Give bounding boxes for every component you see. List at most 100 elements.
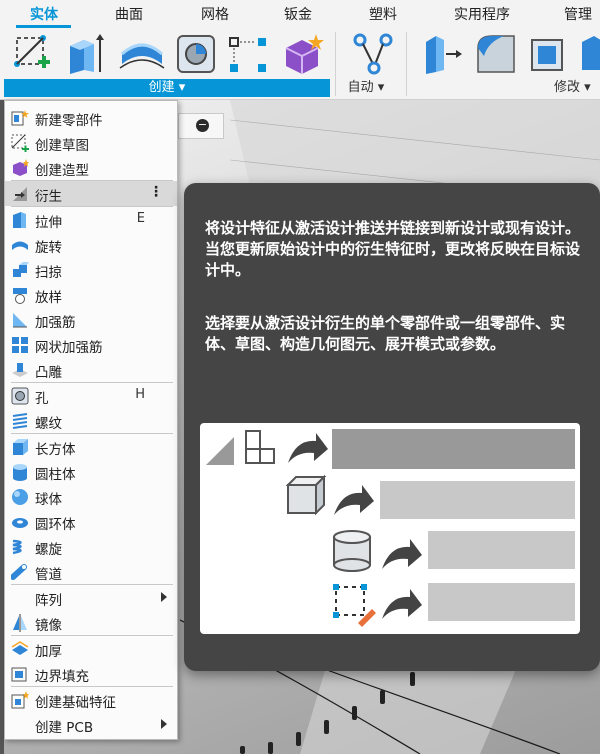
automate-icon: [353, 33, 393, 75]
ribbon-toolbar: 创建 ▾ 自动 ▾ 修改 ▾: [0, 28, 600, 100]
tab-surface[interactable]: 曲面: [115, 4, 143, 24]
modify-dropdown-button[interactable]: 修改 ▾: [540, 79, 600, 97]
menu-item-web[interactable]: 网状加强筋: [5, 332, 177, 357]
sweep-icon: [13, 262, 29, 277]
revolve-icon: [119, 43, 165, 69]
menu-item-create-pcb[interactable]: 创建 PCB: [5, 712, 177, 737]
shell-tool[interactable]: [528, 32, 568, 76]
menu-item-label: 旋转: [35, 240, 62, 256]
menu-item-torus[interactable]: 圆环体: [5, 509, 177, 534]
create-sketch-icon: [14, 35, 50, 68]
pipe-icon: [11, 564, 27, 580]
menu-item-label: 加厚: [35, 644, 62, 660]
sketch-cylinder-icon: [333, 530, 371, 572]
collapse-icon[interactable]: −: [196, 119, 209, 132]
arrow-right-icon: [288, 433, 328, 463]
menu-item-thread[interactable]: 螺纹: [5, 408, 177, 433]
menu-item-base-feature[interactable]: 创建基础特征: [5, 687, 177, 712]
menu-item-coil[interactable]: 螺旋: [5, 534, 177, 559]
menu-item-label: 螺纹: [35, 416, 62, 432]
create-sketch-tool[interactable]: [12, 32, 52, 76]
menu-item-revolve[interactable]: 旋转: [5, 232, 177, 257]
tab-solid[interactable]: 实体: [30, 4, 58, 24]
menu-item-label: 网状加强筋: [35, 340, 103, 356]
press-pull-tool[interactable]: [420, 32, 462, 76]
menu-item-emboss[interactable]: 凸雕: [5, 357, 177, 382]
create-sketch-icon: [11, 134, 29, 152]
menu-item-label: 凸雕: [35, 365, 62, 381]
menu-item-sphere[interactable]: 球体: [5, 484, 177, 509]
loft-icon: [13, 288, 27, 304]
new-component-icon: [11, 110, 29, 126]
menu-item-hole[interactable]: 孔 H: [5, 383, 177, 408]
coil-icon: [12, 539, 22, 555]
create-form-tool[interactable]: [280, 32, 324, 76]
revolve-icon: [12, 241, 28, 250]
tab-sheet-metal[interactable]: 钣金: [284, 4, 312, 24]
derive-icon: [13, 187, 27, 201]
extrude-tool[interactable]: [64, 32, 104, 76]
tab-utilities[interactable]: 实用程序: [454, 4, 510, 24]
menu-item-pipe[interactable]: 管道: [5, 559, 177, 584]
menu-item-pattern[interactable]: 阵列: [5, 585, 177, 610]
menu-item-label: 阵列: [35, 593, 62, 609]
tab-manage[interactable]: 管理: [564, 4, 592, 24]
automate-dropdown-button[interactable]: 自动 ▾: [338, 79, 394, 97]
thread-icon: [12, 413, 28, 429]
create-form-icon: [285, 34, 324, 74]
menu-item-thicken[interactable]: 加厚: [5, 636, 177, 661]
menu-item-rib[interactable]: 加强筋: [5, 307, 177, 332]
menu-item-label: 圆柱体: [35, 467, 76, 483]
menu-item-boundary-fill[interactable]: 边界填充: [5, 661, 177, 686]
arrow-right-icon: [334, 485, 374, 515]
menu-item-create-sketch[interactable]: 创建草图: [5, 130, 177, 155]
menu-item-mirror[interactable]: 镜像: [5, 610, 177, 635]
pattern-tool[interactable]: [226, 32, 266, 76]
web-icon: [12, 337, 28, 353]
thicken-icon: [11, 641, 29, 655]
menu-item-create-form[interactable]: 创建造型: [5, 155, 177, 180]
body-icon: [285, 474, 327, 516]
box-icon: [13, 439, 28, 455]
hole-tool[interactable]: [176, 32, 216, 76]
hole-icon: [11, 387, 29, 405]
torus-icon: [12, 518, 28, 528]
menu-item-cylinder[interactable]: 圆柱体: [5, 459, 177, 484]
submenu-arrow-icon: [161, 592, 167, 602]
derive-tooltip: 将设计特征从激活设计推送并链接到新设计或现有设计。当您更新原始设计中的衍生特征时…: [184, 183, 600, 671]
derive-icon: [206, 437, 234, 465]
menu-item-derive[interactable]: 衍生 ⋮: [5, 181, 177, 206]
ribbon-tabbar: 实体 曲面 网格 钣金 塑料 实用程序 管理: [0, 0, 600, 28]
menu-item-label: 圆环体: [35, 517, 76, 533]
shortcut-key: H: [135, 387, 145, 402]
shell-icon: [531, 39, 563, 71]
automate-tool[interactable]: [352, 32, 393, 76]
modify-more-tool[interactable]: [578, 32, 600, 76]
create-dropdown-button[interactable]: 创建 ▾: [4, 79, 330, 97]
fillet-tool[interactable]: [474, 32, 515, 76]
placeholder-bar: [332, 429, 575, 469]
menu-item-extrude[interactable]: 拉伸 E: [5, 207, 177, 232]
placeholder-bar: [428, 531, 575, 569]
boundary-fill-icon: [11, 667, 27, 682]
menu-item-box[interactable]: 长方体: [5, 434, 177, 459]
rib-icon: [13, 313, 27, 328]
revolve-tool[interactable]: [118, 32, 165, 76]
menu-item-label: 加强筋: [35, 315, 76, 331]
more-options-icon[interactable]: ⋮: [149, 184, 163, 200]
menu-item-label: 螺旋: [35, 542, 62, 558]
placeholder-bar: [380, 481, 575, 519]
arrow-right-icon: [382, 539, 422, 569]
menu-item-label: 扫掠: [35, 265, 62, 281]
menu-item-label: 创建 PCB: [35, 720, 94, 736]
menu-item-loft[interactable]: 放样: [5, 282, 177, 307]
menu-item-label: 新建零部件: [35, 113, 103, 129]
menu-item-sweep[interactable]: 扫掠: [5, 257, 177, 282]
tab-plastic[interactable]: 塑料: [369, 4, 397, 24]
menu-item-label: 创建造型: [35, 163, 89, 179]
extrude-icon: [70, 34, 104, 74]
menu-item-new-component[interactable]: 新建零部件: [5, 105, 177, 130]
menu-item-label: 长方体: [35, 442, 76, 458]
hole-icon: [177, 35, 215, 73]
tab-mesh[interactable]: 网格: [201, 4, 229, 24]
